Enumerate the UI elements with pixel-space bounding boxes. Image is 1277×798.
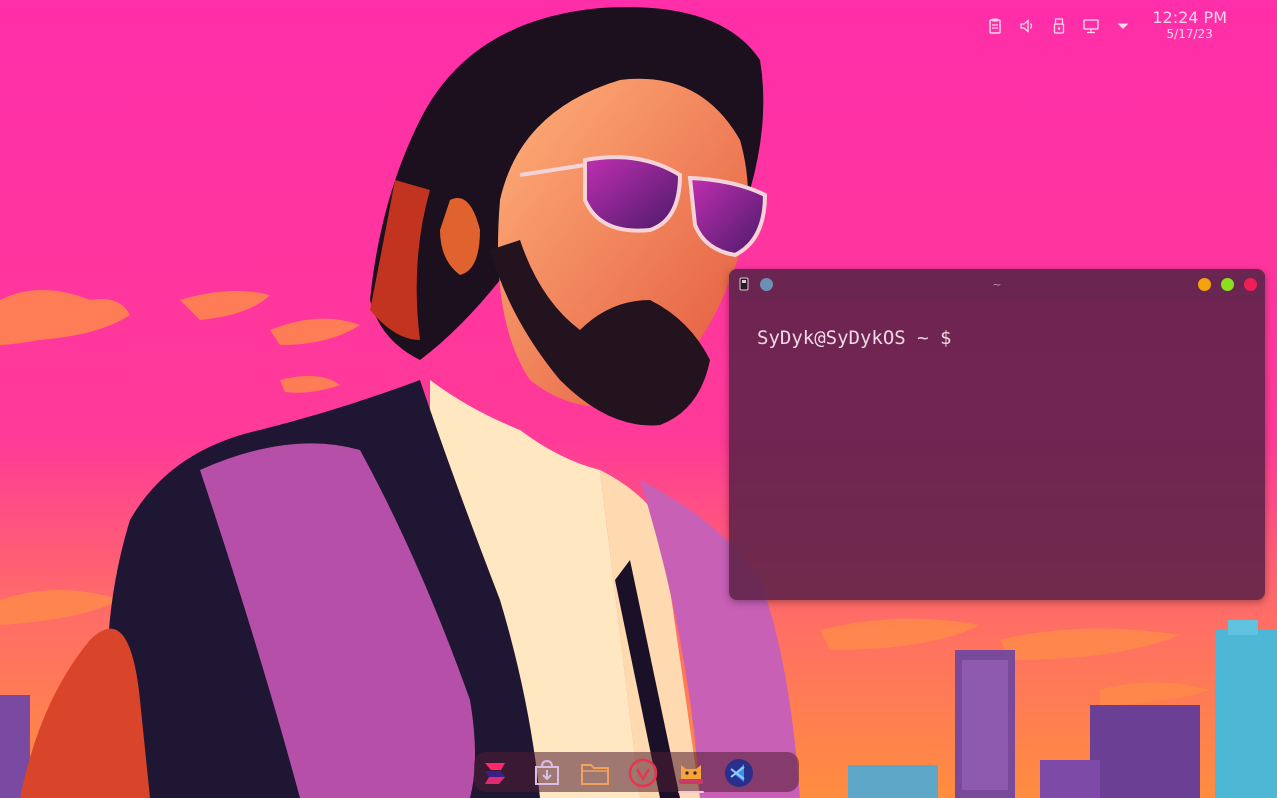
terminal-prompt: SyDyk@SyDykOS ~ $ <box>757 327 952 349</box>
dock-item-file-manager[interactable] <box>578 756 612 790</box>
system-tray: 12:24 PM 5/17/23 <box>986 10 1227 44</box>
folder-icon <box>581 764 609 785</box>
usb-drive-icon[interactable] <box>1050 17 1068 35</box>
clipboard-icon[interactable] <box>986 17 1004 35</box>
terminal-app-icon[interactable] <box>737 277 751 291</box>
volume-icon[interactable] <box>1018 17 1036 35</box>
vscode-icon <box>725 759 753 787</box>
clock-date: 5/17/23 <box>1166 27 1213 41</box>
dock-item-software-store[interactable] <box>530 756 564 790</box>
pin-button[interactable] <box>760 277 773 291</box>
maximize-button[interactable] <box>1221 277 1234 291</box>
window-controls <box>1198 277 1257 291</box>
store-download-icon <box>535 759 559 785</box>
clock[interactable]: 12:24 PM 5/17/23 <box>1152 8 1227 41</box>
terminal-titlebar[interactable]: ~ <box>729 269 1265 299</box>
terminal-cat-icon <box>679 765 703 784</box>
close-button[interactable] <box>1244 277 1257 291</box>
dock-item-terminal[interactable] <box>674 756 708 793</box>
minimize-button[interactable] <box>1198 277 1211 291</box>
vivaldi-icon <box>628 758 658 788</box>
dock-item-vivaldi[interactable] <box>626 756 660 790</box>
clock-time: 12:24 PM <box>1152 8 1227 27</box>
launcher-logo-icon <box>485 763 505 784</box>
tray-expand-icon[interactable] <box>1114 17 1132 35</box>
network-icon[interactable] <box>1082 17 1100 35</box>
dock-item-vscode[interactable] <box>722 756 756 790</box>
terminal-title: ~ <box>992 277 1002 291</box>
dock-item-app-launcher[interactable] <box>478 756 512 790</box>
terminal-body[interactable]: SyDyk@SyDykOS ~ $ <box>729 299 1265 377</box>
terminal-window[interactable]: ~ SyDyk@SyDykOS ~ $ <box>729 269 1265 600</box>
dock <box>474 752 799 793</box>
running-indicator <box>678 791 704 793</box>
